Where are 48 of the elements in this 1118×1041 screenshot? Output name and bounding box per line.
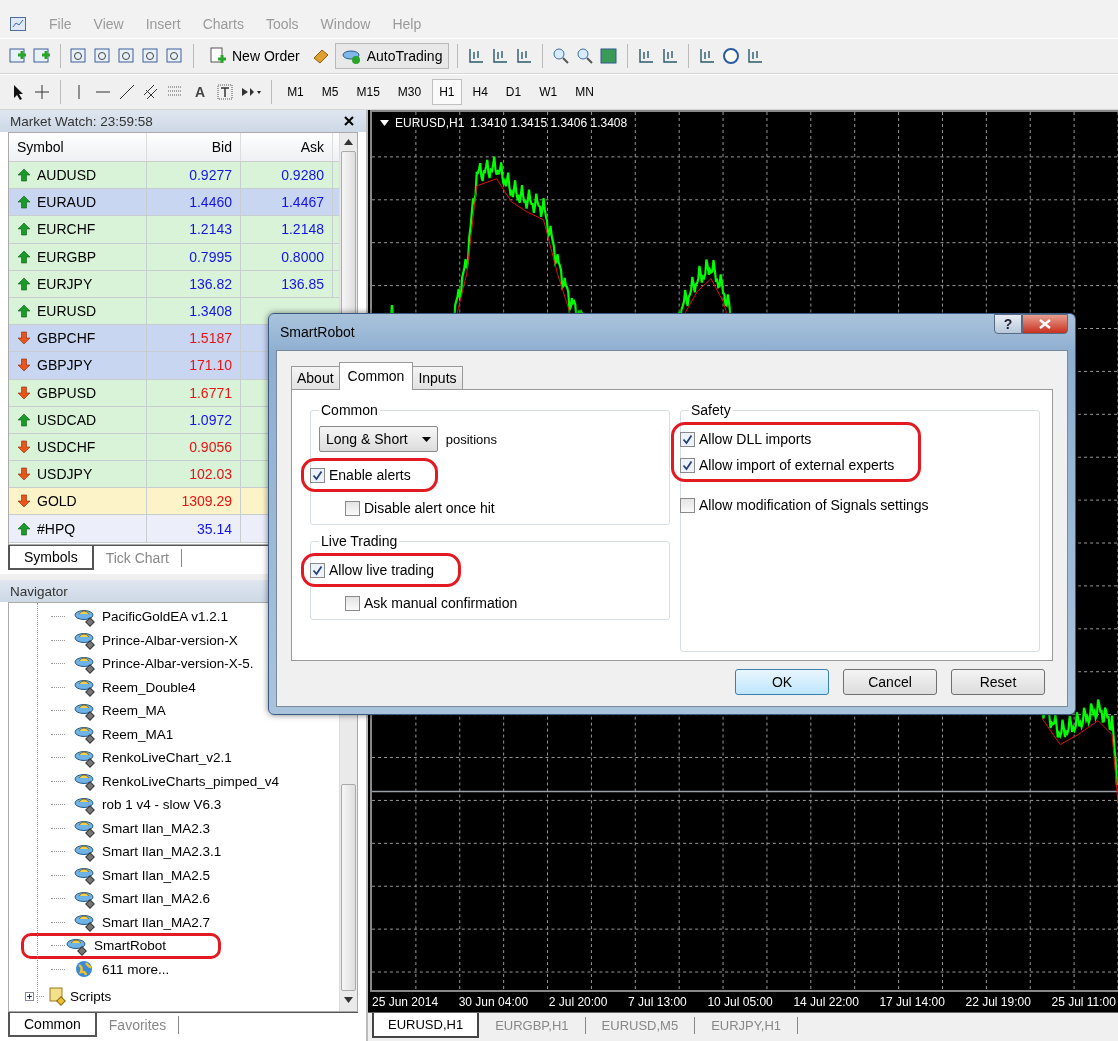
time-axis-label: 7 Jul 13:00 (628, 995, 687, 1009)
chart-symbol: EURUSD,H1 (395, 116, 465, 130)
time-axis-label: 25 Jul 11:00 (1051, 995, 1116, 1009)
time-axis-label: 30 Jun 04:00 (458, 995, 529, 1009)
bid-cell: 0.9056 (147, 433, 241, 461)
panel-title: Market Watch: 23:59:58 (10, 113, 153, 129)
time-axis-label: 14 Jul 22:00 (793, 995, 859, 1009)
bid-cell: 102.03 (147, 461, 241, 488)
bid-cell: 35.14 (147, 515, 241, 542)
bid-cell: 1309.29 (147, 488, 241, 515)
bid-cell: 1.2143 (147, 216, 241, 243)
symbol-cell: EURAUD (37, 195, 97, 210)
symbol-cell: EURUSD (37, 304, 97, 319)
bid-cell: 1.4460 (147, 189, 241, 216)
symbol-cell: EURGBP (37, 249, 97, 264)
symbol-cell: EURCHF (37, 222, 96, 237)
symbol-cell: USDCHF (37, 439, 96, 454)
bid-cell: 171.10 (147, 352, 241, 379)
bid-cell: 0.9277 (147, 162, 241, 189)
symbol-cell: USDJPY (37, 467, 93, 482)
symbol-cell: GBPJPY (37, 358, 93, 373)
bid-cell: 1.3408 (147, 297, 241, 325)
symbol-cell: #HPQ (37, 521, 76, 536)
time-axis-label: 17 Jul 14:00 (879, 995, 945, 1009)
ask-cell: 0.8000 (241, 243, 333, 270)
dropdown-suffix: positions (445, 431, 498, 447)
bid-cell: 136.82 (147, 270, 241, 297)
symbol-cell: USDCAD (37, 412, 97, 427)
ask-cell: 136.85 (241, 270, 333, 297)
time-axis-label: 25 Jun 2014 (372, 995, 439, 1009)
symbol-cell: GBPCHF (37, 331, 96, 346)
symbol-cell: GBPUSD (37, 385, 97, 400)
time-axis-label: 22 Jul 19:00 (965, 995, 1031, 1009)
ask-cell: 1.4467 (241, 189, 333, 216)
bid-cell: 1.6771 (147, 379, 241, 406)
time-axis-label: 10 Jul 05:00 (707, 995, 773, 1009)
symbol-cell: GOLD (37, 494, 77, 509)
bid-cell: 1.0972 (147, 406, 241, 433)
symbol-cell: AUDUSD (37, 168, 97, 183)
bid-cell: 0.7995 (147, 243, 241, 270)
ask-cell: 0.9280 (241, 162, 333, 189)
time-axis-label: 2 Jul 20:00 (548, 995, 608, 1009)
group-title: Safety (690, 402, 732, 418)
chart-quotes: 1.3410 1.3415 1.3406 1.3408 (470, 116, 628, 130)
symbol-cell: EURJPY (37, 276, 93, 291)
bid-cell: 1.5187 (147, 325, 241, 352)
panel-title: Navigator (10, 583, 68, 599)
ask-cell: 1.2148 (241, 216, 333, 243)
